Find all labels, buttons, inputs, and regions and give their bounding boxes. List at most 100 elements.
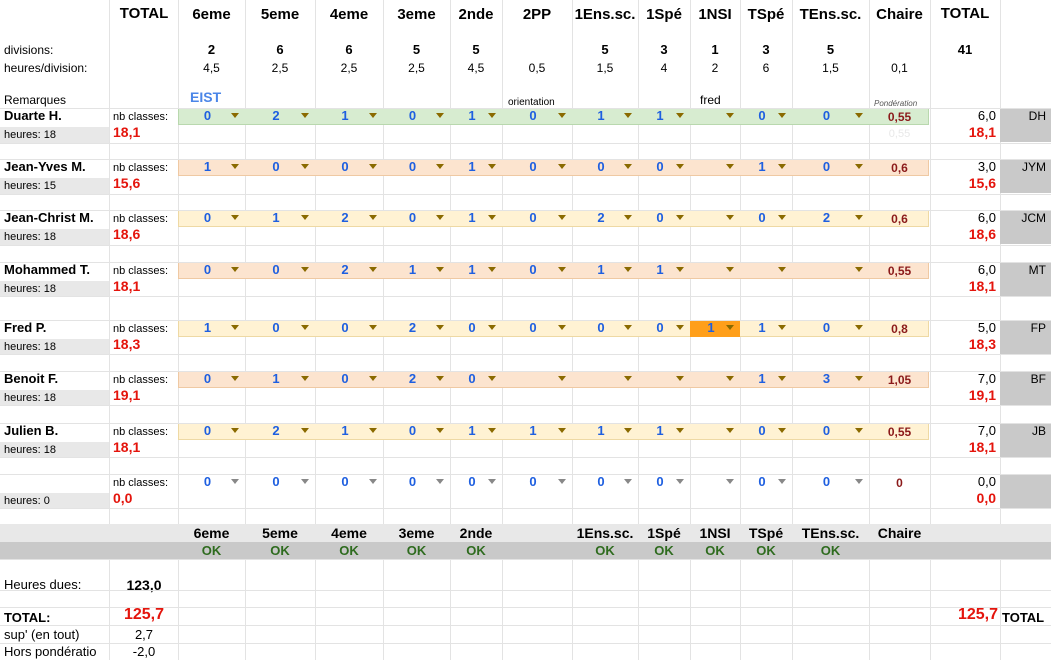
sup-value[interactable]: 2,7 [110,627,178,643]
ponderation-value[interactable]: 0,55 [869,424,930,440]
dropdown-arrow-icon[interactable] [369,376,377,381]
dropdown-arrow-icon[interactable] [369,215,377,220]
dropdown-arrow-icon[interactable] [624,428,632,433]
dropdown-arrow-icon[interactable] [301,164,309,169]
teacher-heures[interactable]: heures: 18 [4,281,109,297]
class-count-1Ens.sc.[interactable]: 1 [580,108,622,124]
dropdown-arrow-icon[interactable] [558,325,566,330]
heures-division-value-6[interactable]: 1,5 [572,60,638,76]
dropdown-arrow-icon[interactable] [778,113,786,118]
dropdown-arrow-icon[interactable] [726,113,734,118]
dropdown-arrow-icon[interactable] [488,113,496,118]
class-count-6eme[interactable]: 0 [186,371,229,387]
class-count-6eme[interactable]: 1 [186,320,229,336]
dropdown-arrow-icon[interactable] [231,376,239,381]
dropdown-arrow-icon[interactable] [778,164,786,169]
total-header-left[interactable]: TOTAL [110,6,178,22]
class-count-1Ens.sc.[interactable]: 0 [580,474,622,490]
dropdown-arrow-icon[interactable] [624,267,632,272]
divisions-value-10[interactable]: 5 [792,42,869,58]
teacher-name[interactable]: Benoit F. [4,371,109,387]
class-count-3eme[interactable]: 1 [391,262,434,278]
class-count-2nde[interactable]: 1 [458,159,486,175]
teacher-total[interactable]: 0,0 [113,490,177,506]
class-count-TEns.sc.[interactable]: 0 [800,320,853,336]
teacher-heures[interactable]: heures: 15 [4,178,109,194]
teacher-code[interactable]: DH [1000,108,1046,124]
class-count-4eme[interactable]: 0 [323,320,367,336]
divisions-label[interactable]: divisions: [4,42,109,58]
dropdown-arrow-icon[interactable] [558,113,566,118]
bottom-column-header-7[interactable]: 1Spé [638,525,690,541]
dropdown-arrow-icon[interactable] [855,164,863,169]
hours-total[interactable]: 15,6 [930,175,996,191]
dropdown-arrow-icon[interactable] [558,267,566,272]
hours-total[interactable]: 18,1 [930,278,996,294]
dropdown-arrow-icon[interactable] [369,164,377,169]
divisions-value-1[interactable]: 6 [245,42,315,58]
hours-sum[interactable]: 6,0 [930,262,996,278]
class-count-4eme[interactable]: 0 [323,474,367,490]
class-count-3eme[interactable]: 0 [391,210,434,226]
class-count-TEns.sc.[interactable]: 0 [800,159,853,175]
class-count-3eme[interactable]: 0 [391,159,434,175]
teacher-code[interactable]: JB [1000,423,1046,439]
class-count-2PP[interactable]: 0 [510,262,556,278]
dropdown-arrow-icon[interactable] [778,215,786,220]
heures-division-value-5[interactable]: 0,5 [502,60,572,76]
dropdown-arrow-icon[interactable] [855,267,863,272]
dropdown-arrow-icon[interactable] [676,428,684,433]
class-count-TSpé[interactable]: 0 [748,108,776,124]
hours-sum[interactable]: 6,0 [930,108,996,124]
column-header-9[interactable]: TSpé [740,7,792,23]
ok-status-9[interactable]: OK [740,543,792,559]
class-count-1Ens.sc.[interactable]: 1 [580,423,622,439]
teacher-code[interactable]: MT [1000,262,1046,278]
ok-status-2[interactable]: OK [315,543,383,559]
remarques-label[interactable]: Remarques [4,92,109,108]
teacher-total[interactable]: 18,1 [113,439,177,455]
heures-division-value-10[interactable]: 1,5 [792,60,869,76]
ponderation-value[interactable]: 0,8 [869,321,930,337]
dropdown-arrow-icon[interactable] [726,428,734,433]
class-count-1Ens.sc.[interactable]: 0 [580,159,622,175]
class-count-2nde[interactable]: 1 [458,423,486,439]
column-header-2[interactable]: 4eme [315,7,383,23]
dropdown-arrow-icon[interactable] [488,428,496,433]
dropdown-arrow-icon[interactable] [231,113,239,118]
class-count-3eme[interactable]: 0 [391,474,434,490]
class-count-2nde[interactable]: 0 [458,474,486,490]
ponderation-value[interactable]: 1,05 [869,372,930,388]
divisions-value-9[interactable]: 3 [740,42,792,58]
dropdown-arrow-icon[interactable] [855,376,863,381]
class-count-5eme[interactable]: 0 [253,474,299,490]
class-count-4eme[interactable]: 2 [323,210,367,226]
class-count-1Ens.sc.[interactable]: 1 [580,262,622,278]
hours-total[interactable]: 18,1 [930,439,996,455]
dropdown-arrow-icon[interactable] [301,479,309,484]
dropdown-arrow-icon[interactable] [231,325,239,330]
ok-status-8[interactable]: OK [690,543,740,559]
teacher-heures[interactable]: heures: 18 [4,127,109,143]
dropdown-arrow-icon[interactable] [231,164,239,169]
ponderation-value[interactable]: 0,6 [869,160,930,176]
ponderation-value[interactable]: 0,55 [869,109,930,125]
class-count-4eme[interactable]: 1 [323,423,367,439]
hours-total[interactable]: 18,3 [930,336,996,352]
remark-eist[interactable]: EIST [190,89,250,105]
class-count-TSpé[interactable]: 1 [748,371,776,387]
bottom-column-header-10[interactable]: TEns.sc. [792,525,869,541]
dropdown-arrow-icon[interactable] [726,267,734,272]
class-count-5eme[interactable]: 0 [253,262,299,278]
dropdown-arrow-icon[interactable] [855,215,863,220]
class-count-2PP[interactable]: 0 [510,474,556,490]
dropdown-arrow-icon[interactable] [726,215,734,220]
dropdown-arrow-icon[interactable] [676,113,684,118]
dropdown-arrow-icon[interactable] [778,479,786,484]
teacher-name[interactable]: Julien B. [4,423,109,439]
bottom-column-header-0[interactable]: 6eme [178,525,245,541]
dropdown-arrow-icon[interactable] [855,325,863,330]
class-count-5eme[interactable]: 2 [253,108,299,124]
class-count-6eme[interactable]: 1 [186,159,229,175]
dropdown-arrow-icon[interactable] [369,428,377,433]
